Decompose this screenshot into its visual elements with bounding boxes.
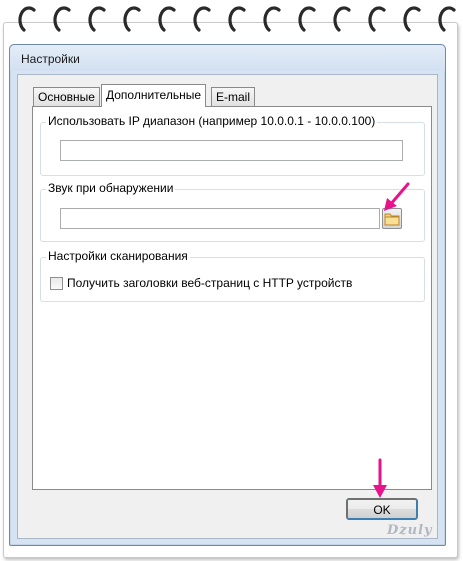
watermark: Dzuly [387,523,433,538]
ip-range-group-label: Использовать IP диапазон (например 10.0.… [46,114,378,128]
spiral-ring [438,6,456,32]
spiral-ring [158,6,176,32]
spiral-binding [18,6,456,32]
spiral-ring [88,6,106,32]
title-bar[interactable]: Настройки [10,45,445,71]
spiral-ring [298,6,316,32]
spiral-ring [123,6,141,32]
tab-panel-advanced: Использовать IP диапазон (например 10.0.… [32,106,432,490]
tab-basic[interactable]: Основные [33,87,100,106]
fetch-titles-label: Получить заголовки веб-страниц с HTTP ус… [67,276,353,290]
notebook-page: Настройки Основные Дополнительные E-mail… [0,0,463,561]
ip-range-group: Использовать IP диапазон (например 10.0.… [40,114,425,176]
spiral-ring [368,6,386,32]
ok-button[interactable]: OK [346,498,418,520]
scan-settings-group: Настройки сканирования Получить заголовк… [40,249,425,302]
tab-advanced[interactable]: Дополнительные [101,84,206,107]
sound-group: Звук при обнаружении [40,181,425,242]
spiral-ring [263,6,281,32]
spiral-ring [193,6,211,32]
spiral-ring [53,6,71,32]
ip-range-input[interactable] [60,140,403,161]
sound-file-input[interactable] [60,208,380,229]
sound-group-label: Звук при обнаружении [46,181,176,195]
fetch-titles-checkbox[interactable] [50,277,63,290]
pointer-arrow-icon [384,182,410,211]
pointer-arrow-icon [373,458,387,498]
spiral-ring [228,6,246,32]
spiral-ring [18,6,36,32]
spiral-ring [333,6,351,32]
tab-email[interactable]: E-mail [211,87,256,106]
window-title: Настройки [21,52,80,66]
spiral-ring [403,6,421,32]
scan-settings-group-label: Настройки сканирования [46,249,190,263]
